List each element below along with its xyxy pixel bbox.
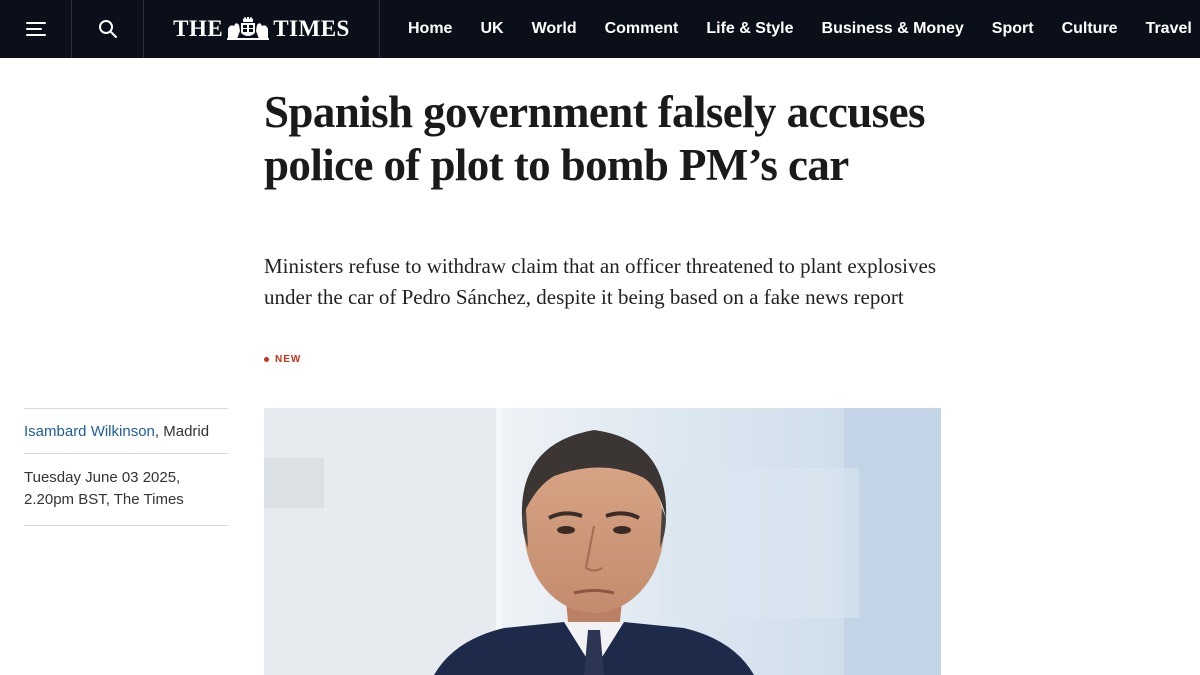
lead-photo [264,408,941,675]
date-line-1: Tuesday June 03 2025, [24,469,181,486]
divider [24,525,228,526]
top-navigation-bar: THE TIMES Home UK World Comment Life & S… [0,0,1200,58]
date-line-2: 2.20pm BST, The Times [24,491,184,508]
byline-column: Isambard Wilkinson, Madrid Tuesday June … [24,408,228,526]
nav-item-uk[interactable]: UK [480,20,503,38]
menu-icon[interactable] [25,22,46,36]
logo-text-times: TIMES [273,16,350,41]
main-nav: Home UK World Comment Life & Style Busin… [380,0,1192,58]
logo-text-the: THE [173,16,224,41]
new-flag-label: NEW [275,354,302,365]
nav-item-sport[interactable]: Sport [992,20,1034,38]
nav-item-comment[interactable]: Comment [605,20,679,38]
search-icon[interactable] [98,19,118,39]
article-headline: Spanish government falsely accuses polic… [264,87,925,190]
royal-crest-icon [227,17,270,40]
search-button[interactable] [72,0,144,58]
lead-image [264,408,941,675]
byline: Isambard Wilkinson, Madrid [24,409,228,453]
nav-item-home[interactable]: Home [408,20,452,38]
dateline: Tuesday June 03 2025, 2.20pm BST, The Ti… [24,454,228,525]
site-logo-link[interactable]: THE TIMES [144,0,380,58]
new-dot-icon [264,357,269,362]
author-link[interactable]: Isambard Wilkinson [24,423,155,440]
nav-item-world[interactable]: World [532,20,577,38]
byline-location: , Madrid [154,423,210,440]
nav-item-business-money[interactable]: Business & Money [822,20,964,38]
nav-item-travel[interactable]: Travel [1146,20,1192,38]
nav-item-culture[interactable]: Culture [1062,20,1118,38]
menu-button[interactable] [0,0,72,58]
nav-item-life-style[interactable]: Life & Style [706,20,793,38]
article-standfirst: Ministers refuse to withdraw claim that … [264,254,936,309]
new-flag: NEW [264,354,301,365]
site-logo: THE TIMES [173,16,350,42]
